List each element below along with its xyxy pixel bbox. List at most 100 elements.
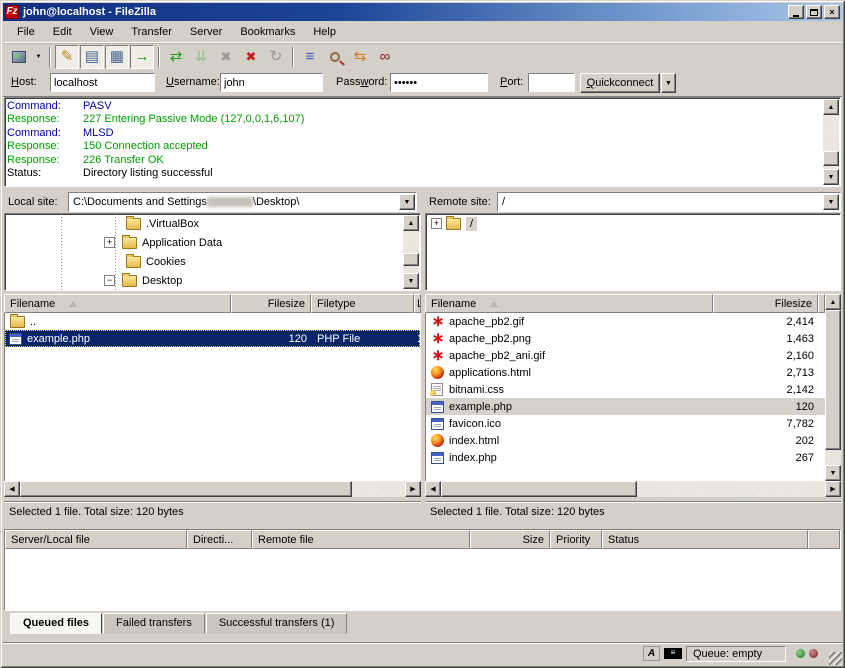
compare-directories-button[interactable] [323, 45, 347, 69]
column-header-server-local-file[interactable]: Server/Local file [5, 530, 187, 549]
scrollbar-thumb[interactable] [441, 481, 637, 497]
menu-file[interactable]: File [8, 23, 44, 41]
file-row[interactable]: ∗apache_pb2.gif 2,414 [426, 313, 825, 330]
toggle-remote-tree-button[interactable]: ▦ [105, 45, 129, 69]
column-header-size[interactable]: Size [470, 530, 550, 549]
speed-limit-indicator-icon[interactable]: ≡ [664, 648, 682, 659]
scrollbar-thumb[interactable] [825, 310, 841, 450]
tree-item-root[interactable]: + / [426, 214, 840, 233]
file-row[interactable]: index.html 202 [426, 432, 825, 449]
scroll-up-button[interactable]: ▲ [403, 215, 419, 231]
menu-server[interactable]: Server [181, 23, 231, 41]
quickconnect-button[interactable]: Quickconnect [580, 73, 660, 93]
local-list-hscrollbar[interactable]: ◀ ▶ [4, 481, 421, 497]
local-site-dropdown[interactable]: ▼ [399, 194, 415, 210]
scroll-down-button[interactable]: ▼ [823, 169, 839, 185]
maximize-button[interactable] [806, 5, 822, 19]
file-row[interactable]: favicon.ico 7,782 [426, 415, 825, 432]
remote-directory-tree[interactable]: + / [425, 213, 841, 291]
remote-file-list[interactable]: ∗apache_pb2.gif 2,414 ∗apache_pb2.png 1,… [425, 313, 825, 481]
message-log[interactable]: Command:PASV Response:227 Entering Passi… [4, 97, 841, 187]
column-header-last-modified[interactable]: L [414, 294, 421, 313]
process-queue-button[interactable]: ⇊ [189, 45, 213, 69]
column-header-direction[interactable]: Directi... [187, 530, 252, 549]
tree-item-application-data[interactable]: + Application Data [5, 233, 420, 252]
tree-expand-icon[interactable]: + [431, 218, 442, 229]
column-header-remote-file[interactable]: Remote file [252, 530, 470, 549]
log-scrollbar[interactable]: ▲ ▼ [823, 99, 839, 185]
column-header-filesize[interactable]: Filesize [231, 294, 311, 313]
username-input[interactable] [220, 73, 323, 92]
scroll-down-button[interactable]: ▼ [403, 273, 419, 289]
cancel-operation-button[interactable]: ✖ [214, 45, 238, 69]
toggle-local-tree-button[interactable]: ▤ [80, 45, 104, 69]
tree-item-desktop[interactable]: − Desktop [5, 271, 420, 290]
transfer-queue[interactable]: Server/Local file Directi... Remote file… [4, 529, 841, 611]
scroll-right-button[interactable]: ▶ [825, 481, 841, 497]
tab-queued-files[interactable]: Queued files [10, 613, 102, 634]
file-row[interactable]: index.php 267 [426, 449, 825, 466]
data-type-indicator[interactable]: A [643, 646, 660, 661]
scroll-down-button[interactable]: ▼ [825, 465, 841, 481]
file-row[interactable]: bitnami.css 2,142 [426, 381, 825, 398]
tree-item-virtualbox[interactable]: .VirtualBox [5, 214, 420, 233]
local-site-combo[interactable]: C:\Documents and Settings\Desktop\ ▼ [68, 192, 417, 212]
scroll-left-button[interactable]: ◀ [4, 481, 20, 497]
remote-list-hscrollbar[interactable]: ◀ ▶ [425, 481, 841, 497]
scroll-right-button[interactable]: ▶ [405, 481, 421, 497]
file-row-selected[interactable]: example.php 120 [426, 398, 825, 415]
scroll-up-button[interactable]: ▲ [823, 99, 839, 115]
reconnect-button[interactable]: ↻ [264, 45, 288, 69]
column-header-filename[interactable]: Filename [4, 294, 231, 313]
toggle-message-log-button[interactable]: ✎ [55, 45, 79, 69]
scroll-left-button[interactable]: ◀ [425, 481, 441, 497]
menu-transfer[interactable]: Transfer [122, 23, 181, 41]
menu-bookmarks[interactable]: Bookmarks [231, 23, 304, 41]
synchronized-browsing-button[interactable]: ⇆ [348, 45, 372, 69]
scroll-up-button[interactable]: ▲ [825, 294, 841, 310]
toggle-queue-button[interactable]: → [130, 45, 154, 69]
scrollbar-thumb[interactable] [403, 253, 419, 266]
quickconnect-dropdown[interactable]: ▼ [661, 73, 676, 93]
refresh-button[interactable]: ⇄ [164, 45, 188, 69]
port-input[interactable] [528, 73, 575, 92]
file-row-example-php[interactable]: example.php 120 PHP File 1 [5, 330, 420, 347]
scrollbar-thumb[interactable] [823, 151, 839, 166]
file-row[interactable]: applications.html 2,713 [426, 364, 825, 381]
tab-failed-transfers[interactable]: Failed transfers [103, 613, 205, 634]
tab-successful-transfers[interactable]: Successful transfers (1) [206, 613, 348, 634]
queue-list-area[interactable] [6, 550, 839, 609]
scrollbar-thumb[interactable] [20, 481, 352, 497]
tree-collapse-icon[interactable]: − [104, 275, 115, 286]
column-header-filesize[interactable]: Filesize [713, 294, 818, 313]
disconnect-button[interactable]: ✖ [239, 45, 263, 69]
tree-expand-icon[interactable]: + [104, 237, 115, 248]
local-tree-scrollbar[interactable]: ▲ ▼ [403, 215, 419, 289]
minimize-button[interactable] [788, 5, 804, 19]
column-header-priority[interactable]: Priority [550, 530, 602, 549]
menu-help[interactable]: Help [304, 23, 345, 41]
menu-edit[interactable]: Edit [44, 23, 81, 41]
directory-filter-button[interactable]: ≡ [298, 45, 322, 69]
column-header-filetype[interactable]: Filetype [311, 294, 414, 313]
menu-view[interactable]: View [81, 23, 123, 41]
local-directory-tree[interactable]: .VirtualBox + Application Data Cookies −… [4, 213, 421, 291]
find-files-button[interactable]: ∞ [373, 45, 397, 69]
host-input[interactable] [50, 73, 155, 92]
tree-item-cookies[interactable]: Cookies [5, 252, 420, 271]
remote-site-dropdown[interactable]: ▼ [823, 194, 839, 210]
resize-grip[interactable] [829, 652, 842, 665]
remote-list-scrollbar[interactable]: ▲ ▼ [825, 294, 841, 481]
site-manager-dropdown[interactable]: ▼ [32, 46, 45, 68]
file-row[interactable]: ∗apache_pb2_ani.gif 2,160 [426, 347, 825, 364]
close-button[interactable]: × [824, 5, 840, 19]
column-header-status[interactable]: Status [602, 530, 808, 549]
local-file-list[interactable]: .. example.php 120 PHP File 1 [4, 313, 421, 481]
site-manager-button[interactable] [7, 45, 31, 69]
column-header-filename[interactable]: Filename [425, 294, 713, 313]
password-input[interactable] [390, 73, 488, 92]
remote-site-combo[interactable]: / ▼ [497, 192, 841, 212]
file-row[interactable]: ∗apache_pb2.png 1,463 [426, 330, 825, 347]
title-bar[interactable]: Fz john@localhost - FileZilla × [3, 3, 842, 21]
file-row-parent-dir[interactable]: .. [5, 313, 420, 330]
